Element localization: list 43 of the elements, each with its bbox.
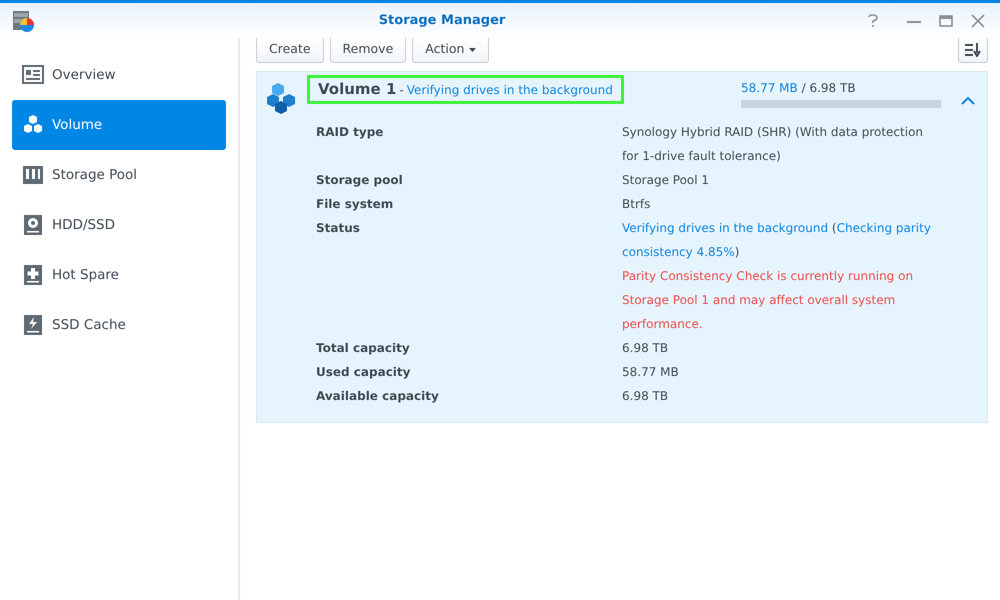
toolbar-button[interactable]: Create <box>256 36 324 63</box>
window-title: Storage Manager <box>378 12 506 28</box>
separator-text: - <box>399 82 404 99</box>
volume-name: Volume 1 <box>318 79 396 100</box>
total-size: 6.98 TB <box>809 81 856 95</box>
detail-label: Available capacity <box>316 388 440 405</box>
toolbar-button[interactable]: Remove <box>330 36 406 63</box>
sidebar-item[interactable]: SSD Cache <box>12 300 226 350</box>
sort-button[interactable] <box>958 36 988 63</box>
warning-message: Parity Consistency Check is currently running on Storage Pool 1 and may affect overall system performance. <box>622 268 914 333</box>
close-icon[interactable] <box>971 14 985 28</box>
detail-value: 6.98 TB <box>622 340 670 357</box>
volume-status: Verifying drives in the background <box>406 82 613 99</box>
sidebar-item[interactable]: Overview <box>12 50 226 100</box>
detail-value: 58.77 MB <box>622 364 680 381</box>
cubes-icon <box>22 114 44 136</box>
maximize-icon[interactable] <box>939 14 953 28</box>
detail-label: Status <box>316 220 361 237</box>
slash-text: / <box>802 81 806 95</box>
sort-icon <box>965 42 981 57</box>
app-logo-icon <box>12 10 36 32</box>
id-card-icon <box>22 64 44 86</box>
detail-value: Synology Hybrid RAID (SHR) (With data protection for 1-drive fault tolerance) <box>622 124 924 165</box>
detail-label: Total capacity <box>316 340 411 357</box>
sidebar-item[interactable]: Volume <box>12 100 226 150</box>
detail-label: Used capacity <box>316 364 412 381</box>
plus-drive-icon <box>22 264 44 286</box>
detail-value: 6.98 TB <box>622 388 670 405</box>
caret-icon <box>469 48 476 52</box>
status-value: Verifying drives in the background (Checking parity consistency 4.85%) <box>622 220 932 261</box>
toolbar-button[interactable]: Action <box>412 36 490 63</box>
detail-label: File system <box>316 196 394 213</box>
columns-icon <box>22 164 44 186</box>
sidebar-item[interactable]: HDD/SSD <box>12 200 226 250</box>
lightning-drive-icon <box>22 314 44 336</box>
collapse-chevron-icon[interactable] <box>961 96 975 105</box>
detail-label: Storage pool <box>316 172 404 189</box>
detail-value: Btrfs <box>622 196 652 213</box>
detail-label: RAID type <box>316 124 384 141</box>
detail-value: Storage Pool 1 <box>622 172 710 189</box>
used-size: 58.77 MB <box>741 81 798 95</box>
sidebar-item[interactable]: Hot Spare <box>12 250 226 300</box>
sidebar-item[interactable]: Storage Pool <box>12 150 226 200</box>
